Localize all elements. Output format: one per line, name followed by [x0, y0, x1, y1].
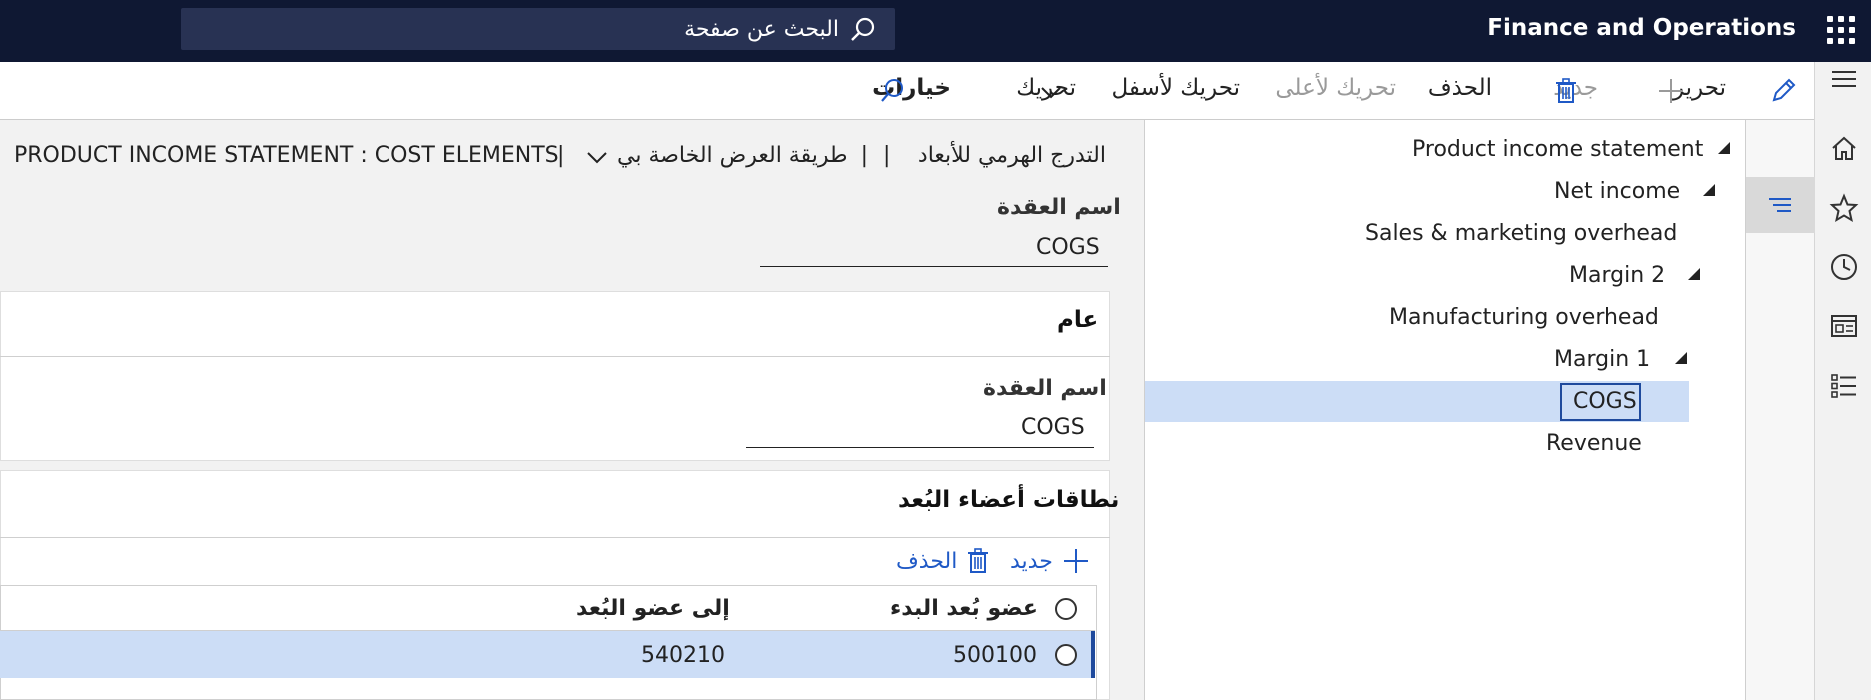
breadcrumb-path: PRODUCT INCOME STATEMENT : COST ELEMENTS [14, 143, 559, 168]
column-header-to[interactable]: إلى عضو البُعد [576, 596, 730, 621]
new-plus-icon[interactable] [1657, 77, 1685, 105]
general-node-name-underline [746, 447, 1094, 448]
top-bar: Finance and Operations البحث عن صفحة [0, 0, 1871, 62]
move-up-button[interactable]: تحريك لأعلى [1275, 75, 1396, 101]
action-toolbar: تحرير جديد الحذف تحريك لأعلى تحريك لأسفل… [0, 62, 1814, 120]
node-name-underline [760, 266, 1108, 267]
expanded-triangle-icon[interactable] [1688, 268, 1700, 280]
move-down-button[interactable]: تحريك لأسفل [1112, 75, 1240, 101]
recent-clock-icon[interactable] [1829, 252, 1859, 282]
grid-delete-button[interactable]: الحذف [896, 549, 957, 574]
tree-node[interactable]: Revenue [1546, 431, 1642, 456]
delete-trash-icon[interactable] [1552, 77, 1580, 105]
tree-node-selected[interactable]: COGS [1573, 389, 1637, 414]
breadcrumb-separator: | [883, 143, 891, 168]
breadcrumb-separator: | [860, 143, 868, 168]
cell-from-member[interactable]: 500100 [953, 643, 1037, 668]
app-title[interactable]: Finance and Operations [1487, 15, 1796, 41]
tree-node[interactable]: Manufacturing overhead [1389, 305, 1659, 330]
expanded-triangle-icon[interactable] [1703, 184, 1715, 196]
search-label: البحث عن صفحة [684, 17, 839, 42]
home-icon[interactable] [1829, 133, 1859, 163]
node-name-value[interactable]: COGS [1036, 235, 1100, 260]
cell-to-member[interactable]: 540210 [641, 643, 725, 668]
table-row[interactable] [0, 631, 1095, 678]
chevron-down-icon[interactable] [1039, 80, 1063, 104]
tree-node[interactable]: Margin 2 [1569, 263, 1665, 288]
edit-pencil-icon[interactable] [1769, 77, 1797, 105]
tree-node[interactable]: Net income [1554, 179, 1680, 204]
grid-new-button[interactable]: جديد [1010, 549, 1053, 574]
hamburger-menu-icon[interactable] [1829, 64, 1859, 94]
expanded-triangle-icon[interactable] [1675, 352, 1687, 364]
view-selector[interactable]: طريقة العرض الخاصة بي [617, 143, 848, 168]
delete-button[interactable]: الحذف [1428, 75, 1492, 101]
general-node-name-value[interactable]: COGS [1021, 415, 1085, 440]
tree-filter-tab[interactable] [1746, 177, 1815, 233]
grid-delete-trash-icon[interactable] [964, 547, 992, 575]
general-node-name-label: اسم العقدة [983, 376, 1107, 401]
breadcrumb-hierarchy: التدرج الهرمي للأبعاد [917, 143, 1106, 168]
search-icon [851, 17, 875, 41]
filter-lines-icon [1769, 198, 1791, 212]
page-search-box[interactable]: البحث عن صفحة [181, 8, 895, 50]
general-section-card [0, 291, 1110, 461]
ranges-divider [0, 537, 1110, 538]
row-select-radio[interactable] [1055, 644, 1077, 666]
general-section-title[interactable]: عام [1057, 307, 1098, 333]
workspaces-icon[interactable] [1829, 311, 1859, 341]
favorites-star-icon[interactable] [1829, 193, 1859, 223]
nav-rail [1814, 62, 1871, 700]
app-launcher-icon[interactable] [1827, 16, 1855, 44]
ranges-section-title[interactable]: نطاقات أعضاء البُعد [898, 487, 1119, 513]
grid-new-plus-icon[interactable] [1062, 547, 1090, 575]
tree-node[interactable]: Margin 1 [1554, 347, 1650, 372]
general-divider [0, 356, 1110, 357]
row-selected-indicator [1091, 631, 1095, 678]
node-name-label: اسم العقدة [997, 195, 1121, 220]
column-header-from[interactable]: عضو بُعد البدء [890, 596, 1038, 621]
tree-node[interactable]: Sales & marketing overhead [1365, 221, 1677, 246]
tree-filter-strip [1745, 120, 1815, 700]
modules-list-icon[interactable] [1829, 371, 1859, 401]
tree-node[interactable]: Product income statement [1412, 137, 1703, 162]
view-chevron-down-icon[interactable] [585, 147, 609, 169]
toolbar-search-icon[interactable] [878, 77, 906, 105]
expanded-triangle-icon[interactable] [1718, 142, 1730, 154]
select-all-radio[interactable] [1055, 598, 1077, 620]
